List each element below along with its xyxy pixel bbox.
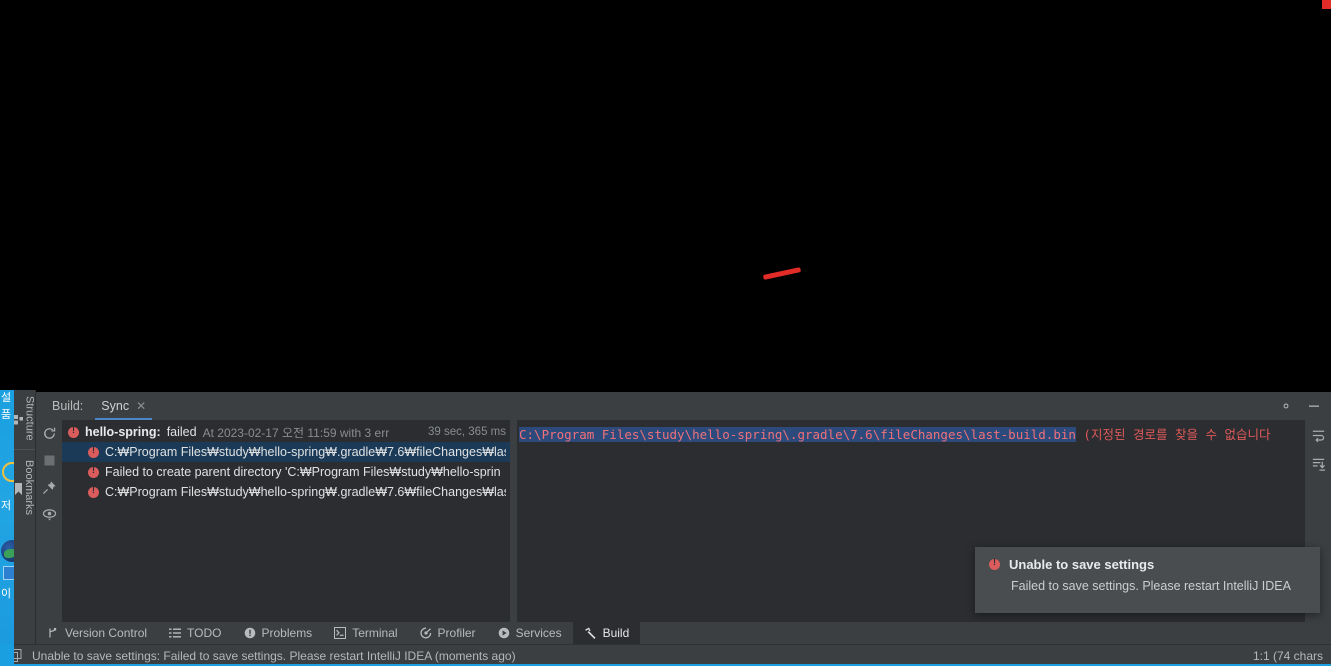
- tree-row[interactable]: C:₩Program Files₩study₩hello-spring₩.gra…: [62, 482, 510, 502]
- stripe-divider: [14, 448, 35, 450]
- tree-item-text: C:₩Program Files₩study₩hello-spring₩.gra…: [105, 485, 506, 499]
- tab-sync-label: Sync: [101, 399, 130, 413]
- tab-sync[interactable]: Sync ✕: [91, 392, 156, 420]
- gear-icon[interactable]: [1279, 399, 1293, 413]
- tab-terminal[interactable]: Terminal: [323, 622, 408, 644]
- tab-build[interactable]: Build: [572, 622, 641, 644]
- build-gutter-toolbar: [36, 420, 62, 634]
- minimize-icon[interactable]: [1307, 399, 1321, 413]
- bookmark-icon: [14, 483, 23, 496]
- tab-version-control[interactable]: Version Control: [36, 622, 158, 644]
- tab-todo[interactable]: TODO: [158, 622, 232, 644]
- corner-annotation-mark: [1322, 0, 1331, 9]
- status-bar-position[interactable]: 1:1 (74 chars: [1253, 649, 1323, 663]
- profiler-icon: [419, 627, 432, 639]
- terminal-icon: [334, 627, 347, 639]
- console-selected-text: C:\Program Files\study\hello-spring\.gra…: [519, 427, 1076, 442]
- tree-root-status: failed: [166, 425, 197, 439]
- structure-icon: [13, 415, 24, 425]
- tab-profiler[interactable]: Profiler: [409, 622, 487, 644]
- tree-item-text: Failed to create parent directory 'C:₩Pr…: [105, 465, 501, 479]
- notification-title-row: Unable to save settings: [989, 557, 1306, 572]
- pin-icon[interactable]: [42, 480, 57, 495]
- console-trailing-text: (지정된 경로를 찾을 수 없습니다: [1075, 427, 1271, 442]
- tab-todo-label: TODO: [187, 626, 222, 640]
- notification-body: Failed to save settings. Please restart …: [1011, 579, 1291, 593]
- build-window-header: Build: Sync ✕: [36, 392, 1331, 420]
- error-icon: [68, 425, 79, 438]
- notification-title: Unable to save settings: [1009, 557, 1155, 572]
- left-tool-stripe: Structure Bookmarks: [13, 390, 36, 666]
- error-icon: [244, 627, 256, 639]
- sidebar-item-bookmarks[interactable]: Bookmarks: [14, 454, 35, 519]
- tree-item-text: C:₩Program Files₩study₩hello-spring₩.gra…: [105, 445, 506, 459]
- tree-root-name: hello-spring:: [85, 425, 161, 439]
- scroll-to-end-icon[interactable]: [1311, 457, 1326, 472]
- build-tree[interactable]: hello-spring: failed At 2023-02-17 오전 11…: [62, 420, 510, 622]
- status-bar: Unable to save settings: Failed to save …: [0, 644, 1331, 666]
- close-icon[interactable]: ✕: [136, 400, 146, 412]
- hammer-icon: [584, 627, 597, 640]
- error-icon: [88, 485, 99, 498]
- wallpaper-text-3: 저: [1, 500, 12, 512]
- pane-splitter[interactable]: [510, 420, 517, 634]
- play-circle-icon: [498, 627, 510, 639]
- sidebar-item-structure[interactable]: Structure: [13, 390, 36, 445]
- stop-icon[interactable]: [43, 454, 56, 467]
- filter-eye-icon[interactable]: [42, 508, 57, 521]
- error-icon: [88, 445, 99, 458]
- soft-wrap-icon[interactable]: [1311, 428, 1326, 443]
- status-bar-message[interactable]: Unable to save settings: Failed to save …: [22, 649, 516, 663]
- build-window-header-actions: [1279, 392, 1331, 420]
- console-output-line: C:\Program Files\study\hello-spring\.gra…: [517, 420, 1331, 443]
- branch-icon: [47, 627, 59, 639]
- tab-services-label: Services: [515, 626, 562, 640]
- wallpaper-text-4: 이: [1, 588, 12, 600]
- annotation-stroke: [762, 267, 802, 280]
- notification-balloon[interactable]: Unable to save settings Failed to save s…: [975, 547, 1320, 613]
- tree-row[interactable]: hello-spring: failed At 2023-02-17 오전 11…: [62, 422, 510, 442]
- sidebar-item-bookmarks-label: Bookmarks: [23, 459, 35, 515]
- tree-row[interactable]: C:₩Program Files₩study₩hello-spring₩.gra…: [62, 442, 510, 462]
- tab-build-label: Build: [602, 626, 630, 640]
- tree-root-detail: At 2023-02-17 오전 11:59 with 3 err: [202, 425, 390, 440]
- tab-problems-label: Problems: [261, 626, 313, 640]
- sidebar-item-structure-label: Structure: [23, 396, 36, 441]
- tab-problems[interactable]: Problems: [233, 622, 324, 644]
- tab-terminal-label: Terminal: [352, 626, 398, 640]
- error-icon: [989, 557, 1000, 570]
- tree-row[interactable]: Failed to create parent directory 'C:₩Pr…: [62, 462, 510, 482]
- error-icon: [88, 465, 99, 478]
- list-icon: [169, 627, 182, 639]
- build-tree-pane: hello-spring: failed At 2023-02-17 오전 11…: [62, 420, 510, 634]
- status-bar-accent-left: [0, 644, 14, 666]
- tab-version-control-label: Version Control: [65, 626, 148, 640]
- tab-profiler-label: Profiler: [437, 626, 476, 640]
- tab-services[interactable]: Services: [487, 622, 573, 644]
- bottom-tool-tabs: Version Control TODO Problems Terminal P…: [36, 622, 1331, 644]
- tree-root-duration: 39 sec, 365 ms: [428, 426, 506, 438]
- rerun-icon[interactable]: [42, 426, 57, 441]
- ide-window: 설 품 저 이 Structure Bookmarks Build: Sync …: [0, 0, 1331, 666]
- build-window-title: Build:: [52, 399, 84, 413]
